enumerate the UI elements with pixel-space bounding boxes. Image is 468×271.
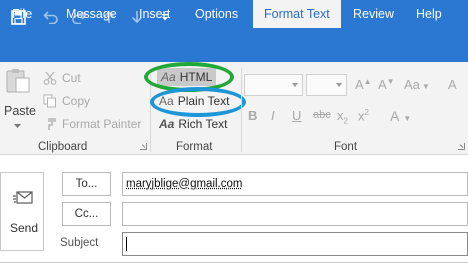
recipient-email[interactable]: maryjblige@gmail.com bbox=[126, 178, 242, 190]
subscript-button[interactable]: x2 bbox=[337, 108, 348, 126]
send-label: Send bbox=[10, 221, 39, 235]
font-size-combo[interactable] bbox=[306, 74, 347, 96]
tab-message[interactable]: Message bbox=[66, 0, 117, 28]
change-case-icon: Aa bbox=[404, 77, 420, 92]
html-format-button[interactable]: Aa HTML bbox=[157, 68, 217, 86]
paste-dropdown-icon[interactable] bbox=[14, 123, 22, 129]
subject-label: Subject bbox=[60, 237, 99, 249]
rich-text-format-icon: Aa bbox=[159, 117, 175, 131]
send-envelope-icon bbox=[13, 190, 33, 209]
shrink-font-button[interactable]: A▼ bbox=[378, 77, 395, 92]
change-case-button[interactable]: Aa ▼ bbox=[404, 77, 430, 92]
font-name-combo[interactable] bbox=[244, 74, 303, 96]
format-painter-label: Format Painter bbox=[62, 117, 142, 131]
undo-icon[interactable] bbox=[40, 0, 62, 34]
bold-button[interactable]: B bbox=[248, 108, 257, 123]
html-format-label: HTML bbox=[179, 70, 213, 84]
cc-field[interactable] bbox=[122, 202, 468, 226]
group-divider bbox=[150, 68, 151, 152]
format-group-label: Format bbox=[176, 141, 213, 153]
cut-label: Cut bbox=[62, 71, 81, 85]
chevron-down-icon bbox=[336, 83, 342, 87]
grow-font-button[interactable]: A▲ bbox=[355, 77, 372, 92]
format-painter-button[interactable]: Format Painter bbox=[42, 116, 141, 132]
divider bbox=[0, 262, 468, 263]
plain-text-format-label: Plain Text bbox=[177, 94, 230, 108]
copy-button[interactable]: Copy bbox=[42, 93, 90, 109]
plain-text-format-icon: Aa bbox=[159, 94, 174, 108]
tab-insert[interactable]: Insert bbox=[139, 0, 170, 28]
ribbon-tabs bbox=[0, 34, 468, 62]
tab-review[interactable]: Review bbox=[353, 0, 394, 28]
clipboard-group-label: Clipboard bbox=[38, 141, 88, 153]
scissors-icon bbox=[42, 70, 58, 86]
tab-options[interactable]: Options bbox=[195, 0, 238, 28]
plain-text-format-button[interactable]: Aa Plain Text bbox=[159, 93, 230, 109]
tab-file[interactable]: File bbox=[12, 0, 32, 28]
cc-button[interactable]: Cc... bbox=[62, 202, 111, 226]
subject-field[interactable] bbox=[122, 232, 468, 256]
copy-icon bbox=[42, 93, 58, 109]
font-dialog-launcher-icon[interactable] bbox=[458, 143, 465, 150]
group-divider bbox=[241, 68, 242, 152]
text-cursor bbox=[126, 237, 127, 251]
paintbrush-icon bbox=[42, 116, 58, 132]
tab-format-text[interactable]: Format Text bbox=[253, 0, 341, 28]
rich-text-format-label: Rich Text bbox=[178, 117, 228, 131]
paste-icon[interactable] bbox=[4, 68, 32, 94]
underline-button[interactable]: U bbox=[292, 108, 301, 123]
font-color-button[interactable]: A ▼ bbox=[390, 108, 411, 124]
cut-button[interactable]: Cut bbox=[42, 70, 81, 86]
rich-text-format-button[interactable]: Aa Rich Text bbox=[159, 116, 227, 132]
paste-button[interactable]: Paste bbox=[4, 104, 36, 118]
html-format-icon: Aa bbox=[161, 70, 176, 84]
copy-label: Copy bbox=[62, 94, 91, 108]
strikethrough-button[interactable]: abc bbox=[313, 109, 331, 121]
chevron-down-icon bbox=[292, 83, 298, 87]
italic-button[interactable]: I bbox=[271, 108, 275, 123]
clipboard-dialog-launcher-icon[interactable] bbox=[140, 143, 147, 150]
tab-help[interactable]: Help bbox=[416, 0, 442, 28]
to-button[interactable]: To... bbox=[62, 172, 111, 196]
grow-font-icon: A bbox=[355, 77, 364, 92]
font-group-label: Font bbox=[334, 141, 358, 153]
clear-formatting-icon: A bbox=[448, 77, 457, 92]
clear-formatting-button[interactable]: A bbox=[448, 77, 457, 92]
send-button[interactable] bbox=[0, 172, 44, 251]
superscript-button[interactable]: x2 bbox=[358, 108, 369, 123]
shrink-font-icon: A bbox=[378, 77, 387, 92]
font-color-icon: A bbox=[390, 108, 400, 124]
